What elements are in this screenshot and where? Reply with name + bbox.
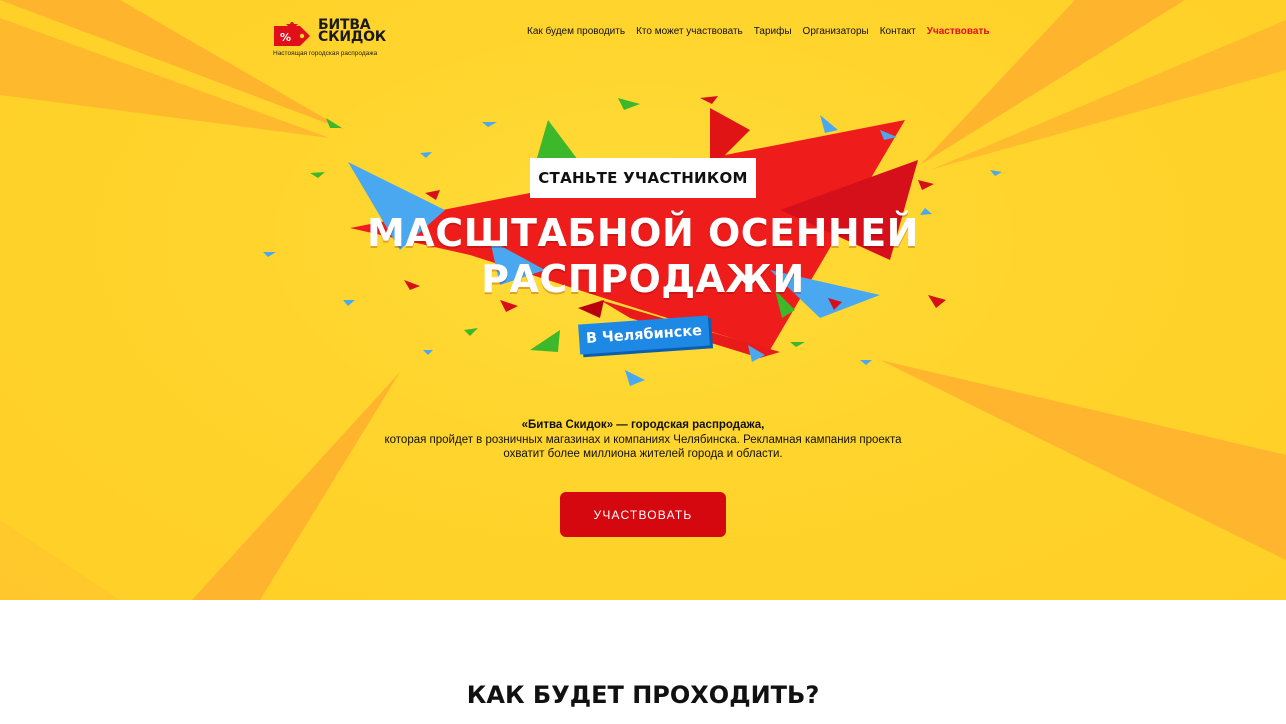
section-title: КАК БУДЕТ ПРОХОДИТЬ? <box>462 678 824 712</box>
hero-description: «Битва Скидок» — городская распродажа, к… <box>343 418 943 462</box>
description-bold: «Битва Скидок» — городская распродажа, <box>521 419 765 431</box>
hero-headline: МАСШТАБНОЙ ОСЕННЕЙ РАСПРОДАЖИ <box>343 210 943 302</box>
hero-headline-line2: РАСПРОДАЖИ <box>481 257 805 301</box>
how-it-works-section: КАК БУДЕТ ПРОХОДИТЬ? <box>0 678 1286 712</box>
become-participant-badge: СТАНЬТЕ УЧАСТНИКОМ <box>530 158 756 198</box>
description-line2: которая пройдет в розничных магазинах и … <box>384 433 902 446</box>
description-line3: охватит более миллиона жителей города и … <box>503 448 783 460</box>
participate-button[interactable]: УЧАСТВОВАТЬ <box>560 492 726 537</box>
hero-headline-line1: МАСШТАБНОЙ ОСЕННЕЙ <box>366 211 919 255</box>
hero-section: % БИТВА СКИДОК Настоящая городская распр… <box>0 0 1286 600</box>
